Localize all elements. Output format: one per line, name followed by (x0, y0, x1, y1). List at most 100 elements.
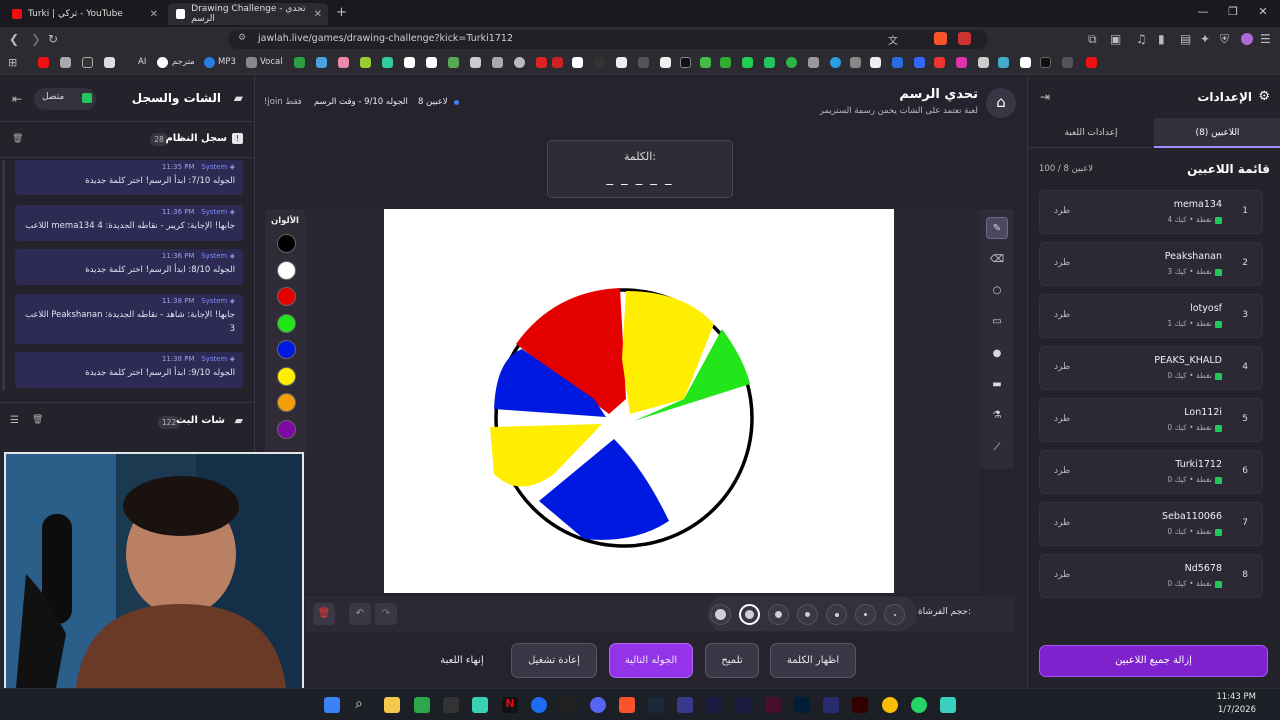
bookmark-icon[interactable] (492, 57, 503, 68)
color-swatch-green[interactable] (277, 314, 296, 333)
screenshot-icon[interactable]: ▣ (1110, 32, 1121, 46)
trash-icon[interactable]: 🗑 (32, 415, 43, 425)
kick-player-button[interactable]: طرد (1054, 466, 1070, 476)
bookmark-icon[interactable] (978, 57, 989, 68)
fill-bucket-icon[interactable]: ⚗ (986, 405, 1008, 427)
bookmark-icon[interactable] (552, 57, 563, 68)
color-swatch-white[interactable] (277, 261, 296, 280)
bookmark-icon[interactable] (514, 57, 525, 68)
notepad-icon[interactable] (940, 697, 956, 713)
maximize-icon[interactable]: ❐ (1218, 5, 1248, 18)
filled-rectangle-tool-icon[interactable]: ▬ (986, 374, 1008, 396)
bookmark-icon[interactable] (316, 57, 327, 68)
url-input[interactable]: ⚙ jawlah.live/games/drawing-challenge?ki… (228, 30, 988, 49)
brave-shield-icon[interactable] (934, 32, 947, 45)
bookmark-icon[interactable] (404, 57, 415, 68)
bookmark-youtube-icon[interactable] (38, 57, 49, 68)
clock-time[interactable]: 11:43 PM (1216, 692, 1256, 702)
bookmark-icon[interactable] (998, 57, 1009, 68)
leo-icon[interactable]: ✦ (1200, 32, 1210, 46)
whatsapp-icon[interactable] (911, 697, 927, 713)
sidebar-icon[interactable]: ▮ (1158, 32, 1165, 46)
close-icon[interactable]: ✕ (314, 9, 322, 20)
new-tab-icon[interactable]: + (336, 5, 347, 20)
home-icon[interactable]: ⌂ (986, 88, 1016, 118)
bookmark-icon[interactable] (700, 57, 711, 68)
undo-icon[interactable]: ↶ (349, 603, 371, 625)
color-swatch-purple[interactable] (277, 420, 296, 439)
app-icon[interactable] (823, 697, 839, 713)
after-effects-icon[interactable] (736, 697, 752, 713)
bookmark-youtube-icon[interactable] (1086, 57, 1097, 68)
filled-circle-tool-icon[interactable]: ● (986, 343, 1008, 365)
chrome-icon[interactable] (882, 697, 898, 713)
bookmark-icon[interactable] (536, 57, 547, 68)
bookmark-icon[interactable] (616, 57, 627, 68)
minimize-icon[interactable]: — (1188, 5, 1218, 18)
kick-player-button[interactable]: طرد (1054, 414, 1070, 424)
extensions-icon[interactable]: ⧉ (1088, 32, 1097, 47)
indesign-icon[interactable] (765, 697, 781, 713)
bookmark-icon[interactable] (870, 57, 881, 68)
circle-tool-icon[interactable]: ○ (986, 280, 1008, 302)
system-log-header[interactable]: 🗑 28 سجل النظام ! (0, 122, 255, 158)
bookmark-icon[interactable] (448, 57, 459, 68)
bookmark-vocal[interactable]: Vocal (260, 57, 283, 67)
site-info-icon[interactable]: ⚙ (238, 33, 246, 43)
rewards-icon[interactable] (958, 32, 971, 45)
brush-size-option[interactable] (768, 604, 789, 625)
app-icon[interactable] (531, 697, 547, 713)
bookmark-icon[interactable] (720, 57, 731, 68)
bookmark-icon[interactable] (808, 57, 819, 68)
rectangle-tool-icon[interactable]: ▭ (986, 311, 1008, 333)
live-chat-header[interactable]: ☰ 🗑 122 شات البث ▰ (0, 402, 255, 438)
netflix-icon[interactable]: N (502, 697, 518, 713)
bookmark-icon[interactable] (1040, 57, 1051, 68)
photoshop-icon[interactable] (794, 697, 810, 713)
epic-games-icon[interactable] (560, 697, 576, 713)
eraser-icon[interactable]: ⌫ (986, 249, 1008, 271)
wallet-icon[interactable]: ▤ (1180, 32, 1191, 46)
kick-player-button[interactable]: طرد (1054, 362, 1070, 372)
bookmark-icon[interactable] (426, 57, 437, 68)
kick-player-button[interactable]: طرد (1054, 310, 1070, 320)
app-icon[interactable] (443, 697, 459, 713)
brush-size-option[interactable] (797, 604, 818, 625)
clear-canvas-icon[interactable]: 🗑 (313, 603, 335, 625)
next-round-button[interactable]: الجوله التالية (609, 643, 693, 678)
bookmark-icon[interactable] (204, 57, 215, 68)
scrollbar[interactable] (2, 160, 5, 390)
apps-grid-icon[interactable]: ⊞ (8, 56, 17, 69)
bookmark-mp3[interactable]: MP3 (218, 57, 236, 67)
steam-icon[interactable] (648, 697, 664, 713)
bookmark-icon[interactable] (382, 57, 393, 68)
color-swatch-yellow[interactable] (277, 367, 296, 386)
kick-player-button[interactable]: طرد (1054, 206, 1070, 216)
bookmark-ai[interactable]: AI (138, 57, 146, 67)
kick-player-button[interactable]: طرد (1054, 258, 1070, 268)
brush-size-option[interactable] (826, 604, 847, 625)
bookmark-pinterest-icon[interactable] (934, 57, 945, 68)
translate-icon[interactable]: 文 (888, 32, 898, 47)
tab-game-settings[interactable]: إعدادات اللعبة (1028, 118, 1154, 148)
collapse-panel-icon[interactable]: ⇥ (1040, 90, 1050, 104)
menu-icon[interactable]: ☰ (1260, 32, 1271, 46)
app-icon[interactable] (472, 697, 488, 713)
tab-youtube[interactable]: Turki | تركي - YouTube ✕ (4, 3, 164, 25)
illustrator-icon[interactable] (852, 697, 868, 713)
close-icon[interactable]: ✕ (150, 9, 158, 20)
filter-icon[interactable]: ☰ (10, 415, 19, 426)
bookmark-icon[interactable] (914, 57, 925, 68)
bookmark-icon[interactable] (638, 57, 649, 68)
color-swatch-red[interactable] (277, 287, 296, 306)
bookmark-icon[interactable] (470, 57, 481, 68)
bookmark-icon[interactable] (246, 57, 257, 68)
search-icon[interactable]: ⌕ (355, 696, 363, 712)
minecraft-icon[interactable] (414, 697, 430, 713)
hint-button[interactable]: تلميح (705, 643, 759, 678)
clock-date[interactable]: 1/7/2026 (1218, 705, 1256, 715)
tab-players[interactable]: اللاعبين (8) (1154, 118, 1280, 148)
vpn-icon[interactable]: ⛨ (1220, 32, 1229, 47)
bookmark-icon[interactable] (82, 57, 93, 68)
bookmark-icon[interactable] (660, 57, 671, 68)
